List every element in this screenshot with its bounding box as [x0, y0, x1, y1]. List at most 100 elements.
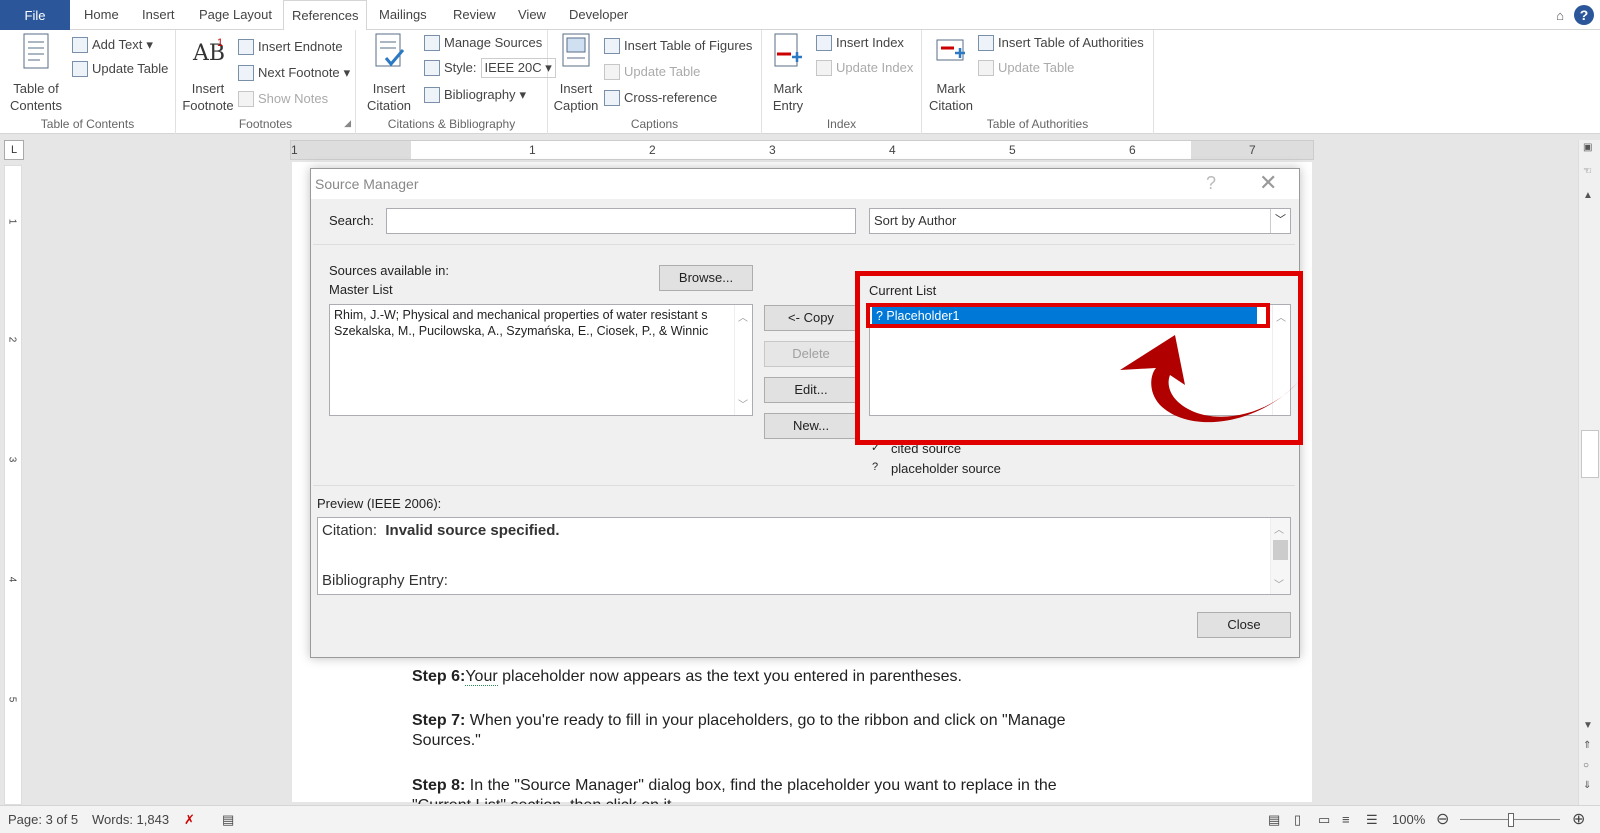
scroll-up-icon[interactable]: ▲ — [1583, 190, 1593, 201]
dialog-title: Source Manager — [315, 176, 419, 192]
ruler-number: 1 — [529, 143, 536, 157]
update-table-label: Update Table — [92, 61, 169, 76]
step6-label: Step 6: — [412, 668, 466, 685]
preview-box: Citation: Invalid source specified. Bibl… — [317, 517, 1291, 595]
touch-mode-icon[interactable]: ☜ — [1583, 166, 1592, 177]
zoom-slider-thumb[interactable] — [1508, 813, 1514, 827]
scroll-thumb[interactable] — [1581, 430, 1599, 478]
add-text-button[interactable]: Add Text ▾ — [72, 34, 153, 56]
insert-footnote-button[interactable]: AB 1 Insert Footnote — [180, 32, 236, 114]
read-mode-icon[interactable]: ▯ — [1294, 812, 1301, 828]
scroll-thumb[interactable] — [1273, 540, 1288, 560]
tab-developer[interactable]: Developer — [561, 0, 636, 30]
insert-table-of-figures-button[interactable]: Insert Table of Figures — [604, 35, 752, 57]
tab-selector[interactable]: L — [4, 140, 24, 160]
mark-citation-button[interactable]: Mark Citation — [926, 32, 976, 114]
insert-endnote-button[interactable]: Insert Endnote — [238, 36, 343, 58]
citation-icon — [375, 33, 405, 67]
style-selector[interactable]: Style: IEEE 20C ▾ — [424, 57, 556, 79]
view-toggle-icon[interactable]: ▣ — [1583, 142, 1592, 153]
group-label-toc: Table of Contents — [40, 117, 135, 131]
draft-icon[interactable]: ☰ — [1366, 812, 1378, 828]
copy-button[interactable]: <- Copy — [764, 305, 858, 331]
list-item[interactable]: Rhim, J.-W; Physical and mechanical prop… — [330, 305, 752, 323]
scroll-down-icon[interactable]: ﹀ — [738, 396, 748, 411]
tab-references[interactable]: References — [283, 0, 368, 31]
ruler-number: 5 — [1009, 143, 1016, 157]
zoom-level[interactable]: 100% — [1392, 812, 1425, 827]
step8-label: Step 8: — [412, 777, 466, 794]
mark-entry-button[interactable]: Mark Entry — [766, 32, 810, 114]
vertical-scrollbar[interactable]: ▣ ☜ ▲ ▼ ⇑ ○ ⇓ — [1578, 140, 1600, 805]
preview-scrollbar[interactable]: ︿ ﹀ — [1270, 518, 1290, 594]
ribbon: Table of Contents Add Text ▾ Update Tabl… — [0, 30, 1600, 134]
table-of-authorities-icon — [978, 35, 994, 51]
tab-insert[interactable]: Insert — [134, 0, 183, 30]
page-count[interactable]: Page: 3 of 5 — [8, 812, 78, 827]
tab-home[interactable]: Home — [76, 0, 127, 30]
browse-button[interactable]: Browse... — [659, 265, 753, 291]
doc-step-6: Step 6:Your placeholder now appears as t… — [412, 667, 962, 687]
zoom-out-icon[interactable]: ⊖ — [1436, 809, 1449, 829]
update-table-icon — [72, 61, 88, 77]
proofing-icon[interactable]: ✗ — [184, 812, 195, 828]
web-layout-icon[interactable]: ▭ — [1318, 812, 1330, 828]
delete-button[interactable]: Delete — [764, 341, 858, 367]
style-dropdown[interactable]: IEEE 20C ▾ — [480, 58, 556, 78]
browse-object-icon[interactable]: ○ — [1583, 760, 1589, 771]
footnotes-dialog-launcher-icon[interactable]: ◢ — [344, 118, 351, 129]
help-icon[interactable]: ? — [1574, 5, 1594, 25]
manage-sources-button[interactable]: Manage Sources — [424, 32, 542, 54]
horizontal-ruler[interactable]: 1 1 2 3 4 5 6 7 — [290, 140, 1314, 160]
close-button[interactable]: Close — [1197, 612, 1291, 638]
master-list-scrollbar[interactable]: ︿ ﹀ — [734, 305, 752, 415]
annotation-arrow-icon — [1120, 335, 1300, 423]
next-page-icon[interactable]: ⇓ — [1583, 780, 1591, 791]
scroll-up-icon[interactable]: ︿ — [1274, 521, 1284, 536]
master-list-box[interactable]: Rhim, J.-W; Physical and mechanical prop… — [329, 304, 753, 416]
macro-record-icon[interactable]: ▤ — [222, 812, 234, 828]
word-count[interactable]: Words: 1,843 — [92, 812, 169, 827]
show-notes-button[interactable]: Show Notes — [238, 88, 328, 110]
tab-mailings[interactable]: Mailings — [371, 0, 435, 30]
scroll-down-icon[interactable]: ▼ — [1583, 720, 1593, 731]
citation-text: Invalid source specified. — [385, 522, 560, 539]
captions-update-table-button[interactable]: Update Table — [604, 61, 700, 83]
dialog-help-icon[interactable]: ? — [1206, 173, 1216, 194]
tab-file[interactable]: File — [0, 0, 70, 30]
new-button[interactable]: New... — [764, 413, 858, 439]
cross-reference-button[interactable]: Cross-reference — [604, 87, 717, 109]
doc-step-7: Step 7: When you're ready to fill in you… — [412, 711, 1066, 731]
authorities-update-table-button[interactable]: Update Table — [978, 57, 1074, 79]
insert-index-icon — [816, 35, 832, 51]
update-table-button[interactable]: Update Table — [72, 58, 168, 80]
scroll-up-icon[interactable]: ︿ — [738, 309, 748, 324]
add-text-icon — [72, 37, 88, 53]
tab-review[interactable]: Review — [445, 0, 504, 30]
list-item[interactable]: Szekalska, M., Pucilowska, A., Szymańska… — [330, 323, 752, 339]
divider — [313, 244, 1295, 245]
annotation-item-highlight — [866, 303, 1270, 328]
dialog-close-icon[interactable]: ✕ — [1259, 170, 1277, 196]
vertical-ruler[interactable]: 1 2 3 4 5 — [4, 165, 22, 805]
insert-citation-button[interactable]: Insert Citation — [360, 32, 418, 114]
tab-view[interactable]: View — [510, 0, 554, 30]
update-index-button[interactable]: Update Index — [816, 57, 913, 79]
search-input[interactable] — [386, 208, 856, 234]
bibliography-button[interactable]: Bibliography ▾ — [424, 84, 526, 106]
sort-dropdown[interactable]: Sort by Author ﹀ — [869, 208, 1291, 234]
table-of-contents-button[interactable]: Table of Contents — [4, 32, 68, 114]
tab-page-layout[interactable]: Page Layout — [191, 0, 280, 30]
previous-page-icon[interactable]: ⇑ — [1583, 740, 1591, 751]
insert-index-button[interactable]: Insert Index — [816, 32, 904, 54]
outline-icon[interactable]: ≡ — [1342, 812, 1350, 827]
collapse-ribbon-icon[interactable]: ⌂ — [1556, 8, 1564, 23]
next-footnote-button[interactable]: Next Footnote ▾ — [238, 62, 350, 84]
insert-table-of-authorities-button[interactable]: Insert Table of Authorities — [978, 32, 1144, 54]
zoom-in-icon[interactable]: ⊕ — [1572, 809, 1585, 829]
scroll-down-icon[interactable]: ﹀ — [1274, 576, 1284, 591]
insert-caption-button[interactable]: Insert Caption — [552, 32, 600, 114]
chevron-down-icon[interactable]: ﹀ — [1270, 209, 1290, 233]
edit-button[interactable]: Edit... — [764, 377, 858, 403]
print-layout-icon[interactable]: ▤ — [1268, 812, 1280, 828]
